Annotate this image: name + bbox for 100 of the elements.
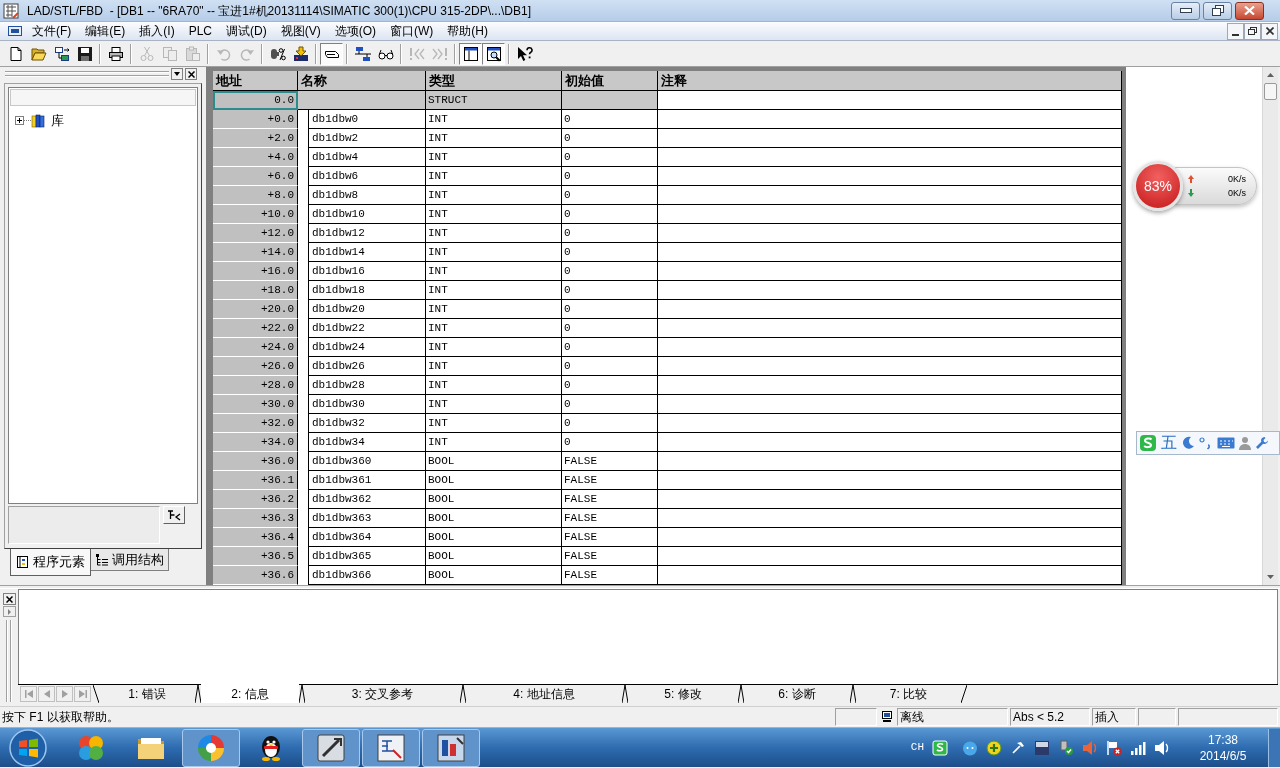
moon-icon[interactable] <box>1181 436 1195 450</box>
column-header: 注释 <box>658 71 1122 90</box>
network-icon <box>354 45 371 62</box>
keyboard-icon[interactable] <box>1217 437 1235 449</box>
name-cell: db1dbw0 <box>308 110 426 129</box>
panel-tab[interactable]: 调用结构 <box>91 549 169 571</box>
output-tab[interactable]: 3: 交叉参考 <box>305 684 460 703</box>
address-cell: +32.0 <box>213 414 298 433</box>
help-icon <box>516 45 533 62</box>
type-cell: BOOL <box>426 490 562 509</box>
close-icon <box>187 70 195 78</box>
language-indicator[interactable]: CH <box>910 739 924 756</box>
show-desktop-button[interactable] <box>1268 728 1280 767</box>
document-minimize-button[interactable] <box>1227 22 1244 40</box>
insert-button[interactable] <box>163 506 185 524</box>
input-mode-button[interactable]: 五 <box>1161 433 1177 453</box>
document-restore-button[interactable] <box>1244 22 1261 40</box>
panel-menu-button[interactable] <box>171 68 183 80</box>
scrollbar-thumb[interactable] <box>1264 83 1277 100</box>
value-cell: 0 <box>562 300 658 319</box>
hammer-icon[interactable] <box>1010 739 1026 756</box>
menu-item[interactable]: 帮助(H) <box>440 22 495 40</box>
chevrons-exclamation-icon <box>431 45 448 62</box>
address-cell: +36.6 <box>213 566 298 585</box>
clock-date[interactable]: 2014/6/5 <box>1199 747 1247 764</box>
address-cell: +6.0 <box>213 167 298 186</box>
type-cell: INT <box>426 300 562 319</box>
taskbar-app-button[interactable] <box>302 728 360 767</box>
type-cell: INT <box>426 243 562 262</box>
triangle-right-icon <box>7 608 11 615</box>
minimize-button[interactable] <box>1171 1 1200 20</box>
logo-icon[interactable] <box>1139 434 1157 452</box>
menu-item[interactable]: 视图(V) <box>273 22 328 40</box>
bubble-face-icon[interactable] <box>962 739 978 756</box>
output-tab[interactable]: 7: 比较 <box>856 684 961 703</box>
type-cell: STRUCT <box>426 91 562 110</box>
address-cell: +12.0 <box>213 224 298 243</box>
type-cell: INT <box>426 338 562 357</box>
value-cell: FALSE <box>562 509 658 528</box>
column-header: 初始值 <box>562 71 658 90</box>
panel-close-button[interactable] <box>185 68 197 80</box>
expand-icon[interactable] <box>15 116 24 125</box>
menu-item[interactable]: PLC <box>181 22 219 40</box>
type-cell: INT <box>426 129 562 148</box>
plus-circle-icon[interactable] <box>986 739 1002 756</box>
menu-item[interactable]: 窗口(W) <box>383 22 441 40</box>
menu-item[interactable]: 选项(O) <box>327 22 383 40</box>
close-button[interactable] <box>2 593 16 605</box>
name-cell: db1dbw16 <box>308 262 426 281</box>
printer-icon <box>107 45 124 62</box>
panes-button[interactable] <box>459 42 482 65</box>
books-icon <box>31 113 45 128</box>
name-cell: db1dbw22 <box>308 319 426 338</box>
column-header: 地址 <box>213 71 298 90</box>
logo-icon[interactable] <box>932 739 948 756</box>
menu-item[interactable]: 编辑(E) <box>78 22 133 40</box>
window-menu-icon[interactable] <box>8 26 22 36</box>
name-cell: db1dbw34 <box>308 433 426 452</box>
output-tab[interactable]: 6: 诊断 <box>744 684 850 703</box>
tile-icon[interactable] <box>1034 739 1050 756</box>
menu-item[interactable]: 文件(F) <box>25 22 79 40</box>
vertical-scrollbar[interactable] <box>1262 67 1278 585</box>
arrow-down-icon <box>1188 189 1194 197</box>
value-cell: 0 <box>562 243 658 262</box>
menu-item[interactable]: 插入(I) <box>132 22 182 40</box>
type-cell: INT <box>426 148 562 167</box>
name-cell: db1dbw20 <box>308 300 426 319</box>
close-icon <box>1244 6 1255 15</box>
address-cell: +36.3 <box>213 509 298 528</box>
name-cell: db1dbw30 <box>308 395 426 414</box>
output-tab[interactable]: 2: 信息 <box>201 684 299 703</box>
type-cell: BOOL <box>426 547 562 566</box>
punctuation-icon[interactable] <box>1199 436 1213 450</box>
overview-button[interactable] <box>320 42 343 65</box>
volume-icon[interactable] <box>1154 739 1170 756</box>
close-button[interactable] <box>1235 1 1264 20</box>
clock-time[interactable]: 17:38 <box>1208 731 1238 748</box>
person-icon[interactable] <box>1239 436 1251 450</box>
type-cell: BOOL <box>426 528 562 547</box>
value-cell: 0 <box>562 395 658 414</box>
address-cell: +14.0 <box>213 243 298 262</box>
usb-check-icon[interactable] <box>1058 739 1074 756</box>
wrench-icon[interactable] <box>1255 436 1269 450</box>
document-close-button[interactable] <box>1261 22 1278 40</box>
flag-x-icon[interactable] <box>1106 739 1122 756</box>
restore-button[interactable] <box>1203 1 1232 20</box>
output-tab[interactable]: 1: 错误 <box>99 684 195 703</box>
name-cell: db1dbw364 <box>308 528 426 547</box>
signal-icon[interactable] <box>1130 739 1146 756</box>
output-tab[interactable]: 4: 地址信息 <box>466 684 622 703</box>
address-cell: +36.5 <box>213 547 298 566</box>
value-cell: 0 <box>562 357 658 376</box>
panel-tab[interactable]: 程序元素 <box>10 549 91 576</box>
plug-percent-icon <box>269 45 286 62</box>
tree-item[interactable]: 库 <box>51 112 64 129</box>
menu-item[interactable]: 调试(D) <box>219 22 274 40</box>
start-button[interactable] <box>8 728 48 767</box>
value-cell: FALSE <box>562 566 658 585</box>
details-button[interactable] <box>482 42 505 65</box>
output-tab[interactable]: 5: 修改 <box>628 684 738 703</box>
